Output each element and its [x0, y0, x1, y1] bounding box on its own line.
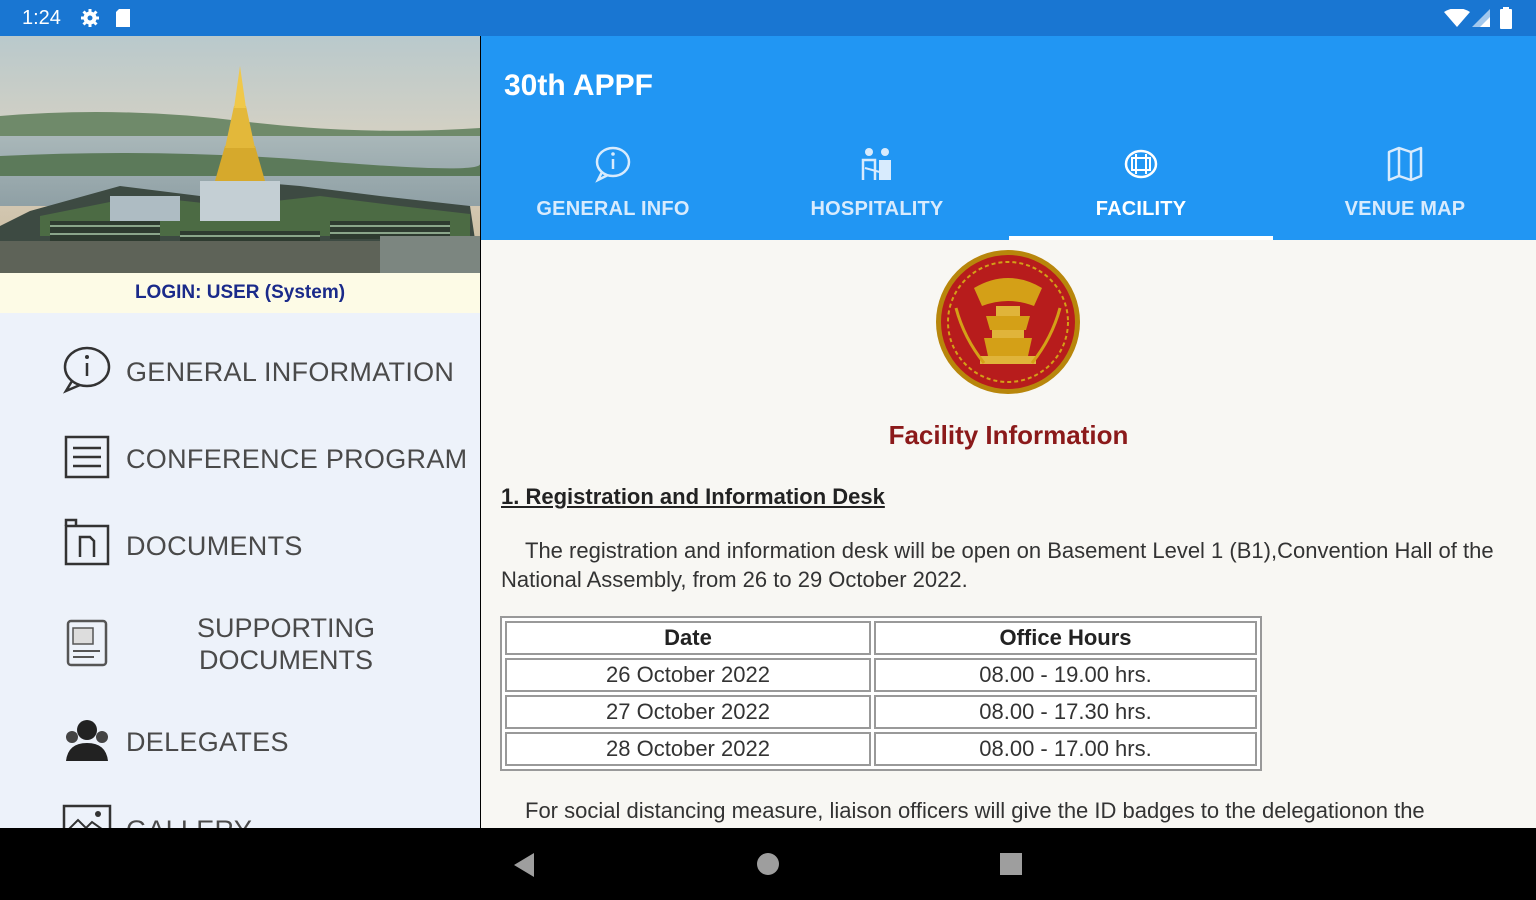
drawer-item-documents[interactable]: DOCUMENTS — [0, 504, 480, 584]
table-cell-date: 28 October 2022 — [505, 732, 871, 766]
map-icon — [1387, 146, 1423, 182]
battery-icon — [1500, 7, 1512, 29]
drawer-item-label: SUPPORTING DOCUMENTS — [196, 613, 376, 675]
home-icon[interactable] — [756, 852, 780, 876]
cell-signal-icon — [1472, 9, 1490, 27]
login-status: LOGIN: USER (System) — [0, 273, 480, 313]
table-header-office-hours: Office Hours — [874, 621, 1257, 655]
drawer-item-label: DOCUMENTS — [126, 531, 303, 561]
tab-label: FACILITY — [1095, 198, 1187, 220]
back-icon[interactable] — [512, 852, 536, 878]
table-row: 28 October 2022 08.00 - 17.00 hrs. — [505, 732, 1257, 766]
drawer-item-label: GENERAL INFORMATION — [126, 357, 455, 387]
settings-gear-icon — [81, 9, 99, 27]
social-distancing-paragraph: For social distancing measure, liaison o… — [525, 798, 1425, 823]
drawer-item-delegates[interactable]: DELEGATES — [0, 700, 480, 780]
table-cell-date: 27 October 2022 — [505, 695, 871, 729]
section-heading: 1. Registration and Information Desk — [501, 484, 885, 509]
tab-label: GENERAL INFO — [536, 198, 690, 220]
tab-facility[interactable]: FACILITY — [1009, 136, 1273, 240]
parliament-building-image — [0, 36, 480, 273]
delegates-icon — [66, 720, 108, 761]
facility-content: Facility Information 1. Registration and… — [481, 240, 1536, 828]
app-title: 30th APPF — [504, 69, 653, 102]
tab-hospitality[interactable]: HOSPITALITY — [745, 136, 1009, 240]
table-row: 26 October 2022 08.00 - 19.00 hrs. — [505, 658, 1257, 692]
status-bar: 1:24 — [0, 0, 1536, 36]
facility-icon — [1124, 149, 1158, 179]
list-icon — [64, 435, 110, 479]
drawer-item-label: CONFERENCE PROGRAM — [126, 444, 468, 474]
tab-label: HOSPITALITY — [810, 198, 944, 220]
system-navigation-bar — [0, 828, 1536, 900]
sd-card-icon — [116, 9, 130, 27]
page-title: Facility Information — [888, 420, 1129, 450]
status-time: 1:24 — [22, 7, 61, 29]
gallery-icon — [62, 804, 112, 828]
tab-venue-map[interactable]: VENUE MAP — [1273, 136, 1536, 240]
table-cell-hours: 08.00 - 17.30 hrs. — [874, 695, 1257, 729]
table-cell-hours: 08.00 - 17.00 hrs. — [874, 732, 1257, 766]
recent-apps-icon[interactable] — [999, 852, 1023, 876]
table-row: 27 October 2022 08.00 - 17.30 hrs. — [505, 695, 1257, 729]
info-bubble-icon — [62, 346, 111, 394]
registration-paragraph: The registration and information desk wi… — [501, 538, 1494, 592]
info-icon — [595, 146, 631, 183]
hospitality-icon — [861, 148, 891, 180]
drawer-item-supporting-documents[interactable]: SUPPORTING DOCUMENTS — [0, 604, 480, 684]
tab-label: VENUE MAP — [1344, 198, 1466, 220]
drawer-item-label: DELEGATES — [126, 727, 289, 757]
drawer-item-conference-program[interactable]: CONFERENCE PROGRAM — [0, 417, 480, 497]
drawer-item-label: GALLERY — [126, 815, 252, 828]
table-cell-date: 26 October 2022 — [505, 658, 871, 692]
table-header-date: Date — [505, 621, 871, 655]
drawer-item-general-information[interactable]: GENERAL INFORMATION — [0, 330, 480, 410]
supporting-documents-icon — [66, 619, 108, 667]
navigation-drawer: LOGIN: USER (System) GENERAL INFORMATION… — [0, 36, 480, 828]
drawer-item-gallery[interactable]: GALLERY — [0, 788, 480, 828]
parliament-emblem-icon — [936, 250, 1080, 394]
app-bar: 30th APPF GENERAL INFO HOSPITALITY FACIL… — [481, 36, 1536, 240]
table-cell-hours: 08.00 - 19.00 hrs. — [874, 658, 1257, 692]
office-hours-table: Date Office Hours 26 October 2022 08.00 … — [500, 616, 1262, 771]
documents-icon — [64, 518, 110, 566]
table-header-row: Date Office Hours — [505, 621, 1257, 655]
wifi-icon — [1444, 9, 1470, 27]
tab-general-info[interactable]: GENERAL INFO — [481, 136, 745, 240]
